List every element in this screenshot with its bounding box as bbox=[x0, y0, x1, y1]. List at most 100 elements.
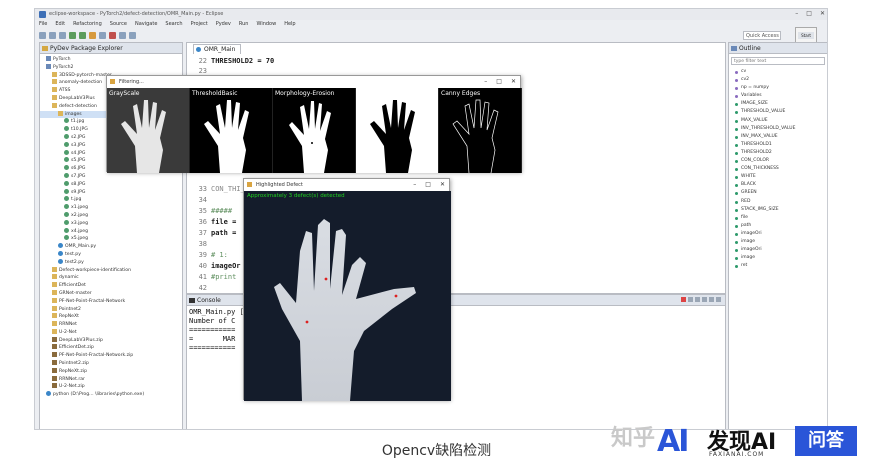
tree-item[interactable]: Pointnet2 bbox=[40, 305, 182, 314]
new-icon[interactable] bbox=[39, 32, 46, 39]
tree-item[interactable]: U-2-Net bbox=[40, 328, 182, 337]
outline-item[interactable]: path bbox=[729, 222, 827, 230]
qa-badge[interactable]: 问答 bbox=[795, 426, 857, 456]
open-console-icon[interactable] bbox=[716, 297, 721, 302]
outline-item[interactable]: IMAGE_SIZE bbox=[729, 100, 827, 108]
tree-item[interactable]: PF-Net-Point-Fractal-Network.zip bbox=[40, 352, 182, 360]
open-type-icon[interactable] bbox=[99, 32, 106, 39]
tree-item[interactable]: x3.jpeg bbox=[40, 219, 182, 228]
tree-item[interactable]: test2.py bbox=[40, 258, 182, 267]
tree-item[interactable]: DeepLabV3Plus.zip bbox=[40, 336, 182, 345]
outline-item[interactable]: GREEN bbox=[729, 189, 827, 197]
tree-item[interactable]: OMR_Main.py bbox=[40, 243, 182, 251]
terminate-icon[interactable] bbox=[681, 297, 686, 302]
defect-minimize-button[interactable]: – bbox=[413, 181, 416, 188]
tree-item[interactable]: GRNet-master bbox=[40, 289, 182, 298]
outline-item[interactable]: RED bbox=[729, 198, 827, 206]
faxianai-logo[interactable]: AI 发现AI FAXIANAI.COM 问答 bbox=[657, 422, 867, 462]
tree-item[interactable]: s9.JPG bbox=[40, 188, 182, 197]
outline-filter-input[interactable]: type filter text bbox=[731, 57, 825, 65]
tree-item[interactable]: s7.JPG bbox=[40, 172, 182, 181]
outline-item[interactable]: MAX_VALUE bbox=[729, 117, 827, 125]
tree-item[interactable]: PF-Net-Point-Fractal-Network bbox=[40, 297, 182, 306]
defect-window-titlebar[interactable]: Highlighted Defect – □ ✕ bbox=[244, 179, 449, 191]
save-icon[interactable] bbox=[49, 32, 56, 39]
outline-item[interactable]: image bbox=[729, 254, 827, 262]
outline-item[interactable]: THRESHOLD_VALUE bbox=[729, 108, 827, 116]
quick-access-input[interactable]: Quick Access bbox=[743, 31, 781, 40]
outline-item[interactable]: Variables bbox=[729, 92, 827, 100]
outline-item[interactable]: CON_THICKNESS bbox=[729, 165, 827, 173]
tree-item[interactable]: t.jpg bbox=[40, 196, 182, 204]
defect-close-button[interactable]: ✕ bbox=[440, 181, 445, 188]
scroll-lock-icon[interactable] bbox=[702, 297, 707, 302]
outline-item[interactable]: BLACK bbox=[729, 181, 827, 189]
menu-item[interactable]: Refactoring bbox=[73, 21, 102, 30]
menu-item[interactable]: File bbox=[39, 21, 47, 30]
outline-item[interactable]: THRESHOLD1 bbox=[729, 141, 827, 149]
tree-item[interactable]: PyTorch bbox=[40, 56, 182, 64]
tree-item[interactable]: RRNNet bbox=[40, 321, 182, 329]
tree-item[interactable]: Pointnet2.zip bbox=[40, 360, 182, 368]
outline-item[interactable]: INV_MAX_VALUE bbox=[729, 133, 827, 141]
print-icon[interactable] bbox=[59, 32, 66, 39]
forward-icon[interactable] bbox=[129, 32, 136, 39]
outline-item[interactable]: WHITE bbox=[729, 173, 827, 181]
menu-item[interactable]: Source bbox=[110, 21, 127, 30]
clear-console-icon[interactable] bbox=[695, 297, 700, 302]
tree-item[interactable]: U-2-Net.zip bbox=[40, 383, 182, 391]
tree-item[interactable]: python (D:\Prog... \libraries\python.exe… bbox=[40, 391, 182, 399]
close-button[interactable]: ✕ bbox=[820, 10, 825, 17]
tree-item[interactable]: Defect-workpiece-identification bbox=[40, 266, 182, 275]
tree-item[interactable]: RepNeXt.zip bbox=[40, 367, 182, 376]
outline-item[interactable]: image bbox=[729, 238, 827, 246]
menu-item[interactable]: Project bbox=[191, 21, 208, 30]
filtering-minimize-button[interactable]: – bbox=[484, 78, 487, 85]
pin-console-icon[interactable] bbox=[709, 297, 714, 302]
tree-item[interactable]: x4.jpeg bbox=[40, 227, 182, 236]
filtering-close-button[interactable]: ✕ bbox=[511, 78, 516, 85]
outline-item[interactable]: ret bbox=[729, 262, 827, 270]
back-icon[interactable] bbox=[119, 32, 126, 39]
tree-item[interactable]: test.py bbox=[40, 250, 182, 259]
tree-item[interactable]: x1.jpeg bbox=[40, 204, 182, 212]
tree-item[interactable]: x2.jpeg bbox=[40, 211, 182, 220]
outline-item[interactable]: INV_THRESHOLD_VALUE bbox=[729, 125, 827, 133]
package-explorer-tab[interactable]: PyDev Package Explorer bbox=[40, 43, 182, 54]
tree-item[interactable]: dynamic bbox=[40, 274, 182, 282]
outline-item[interactable]: imageOri bbox=[729, 246, 827, 254]
stop-icon[interactable] bbox=[109, 32, 116, 39]
outline-tab[interactable]: Outline bbox=[729, 43, 827, 54]
outline-item[interactable]: CON_COLOR bbox=[729, 157, 827, 165]
outline-item[interactable]: THRESHOLD2 bbox=[729, 149, 827, 157]
perspective-label[interactable]: Start bbox=[798, 32, 814, 39]
run-icon[interactable] bbox=[69, 32, 76, 39]
menu-item[interactable]: Help bbox=[284, 21, 295, 30]
menu-item[interactable]: Window bbox=[256, 21, 276, 30]
tree-item[interactable]: RepNeXt bbox=[40, 313, 182, 321]
menu-item[interactable]: Run bbox=[239, 21, 249, 30]
tree-item[interactable]: RRNNet.rar bbox=[40, 375, 182, 384]
minimize-button[interactable]: – bbox=[795, 10, 798, 17]
menu-item[interactable]: Search bbox=[165, 21, 182, 30]
filtering-window-titlebar[interactable]: Filtering... – □ ✕ bbox=[107, 76, 520, 88]
outline-item[interactable]: np = numpy bbox=[729, 84, 827, 92]
outline-item[interactable]: cv bbox=[729, 68, 827, 76]
outline-item[interactable]: STACK_IMG_SIZE bbox=[729, 206, 827, 214]
outline-item[interactable]: cv2 bbox=[729, 76, 827, 84]
debug-icon[interactable] bbox=[79, 32, 86, 39]
tree-item[interactable]: x5.jpeg bbox=[40, 235, 182, 243]
defect-maximize-button[interactable]: □ bbox=[425, 181, 431, 188]
menu-item[interactable]: Edit bbox=[55, 21, 65, 30]
filtering-maximize-button[interactable]: □ bbox=[496, 78, 502, 85]
editor-tab[interactable]: OMR_Main bbox=[193, 44, 242, 54]
tree-item[interactable]: PyTorch2 bbox=[40, 63, 182, 72]
menu-item[interactable]: Navigate bbox=[135, 21, 157, 30]
tree-item[interactable]: EfficientDet bbox=[40, 282, 182, 290]
search-icon[interactable] bbox=[89, 32, 96, 39]
maximize-button[interactable]: □ bbox=[806, 10, 812, 17]
menu-item[interactable]: Pydev bbox=[216, 21, 231, 30]
tree-item[interactable]: EfficientDet.zip bbox=[40, 344, 182, 352]
outline-item[interactable]: file bbox=[729, 214, 827, 222]
tree-item[interactable]: s8.JPG bbox=[40, 180, 182, 189]
